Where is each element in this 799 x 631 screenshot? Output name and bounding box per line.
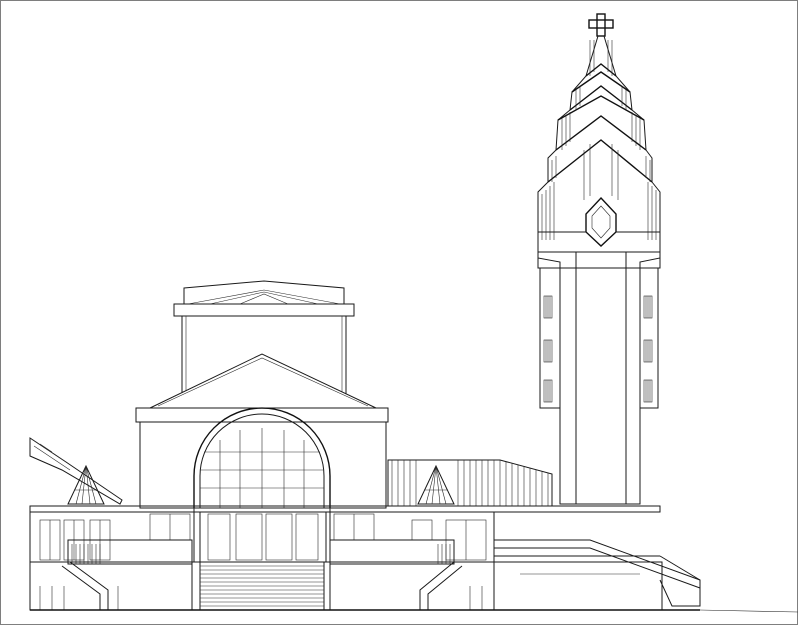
cross-icon: [588, 13, 614, 37]
side-roof: [387, 459, 553, 507]
spire-hatching: [541, 40, 657, 240]
lantern-left: [67, 464, 105, 505]
bell-tower: [537, 13, 661, 505]
podium: [29, 505, 799, 613]
elevation-drawing: [0, 0, 799, 626]
right-ramp: [493, 539, 701, 589]
sheet-border: [0, 0, 798, 625]
podium-windows: [39, 513, 487, 561]
spire-outline: [537, 35, 599, 504]
lantern-right: [417, 464, 455, 505]
main-steps: [199, 561, 325, 611]
main-facade: [135, 353, 389, 509]
tower-diamond: [585, 196, 617, 247]
